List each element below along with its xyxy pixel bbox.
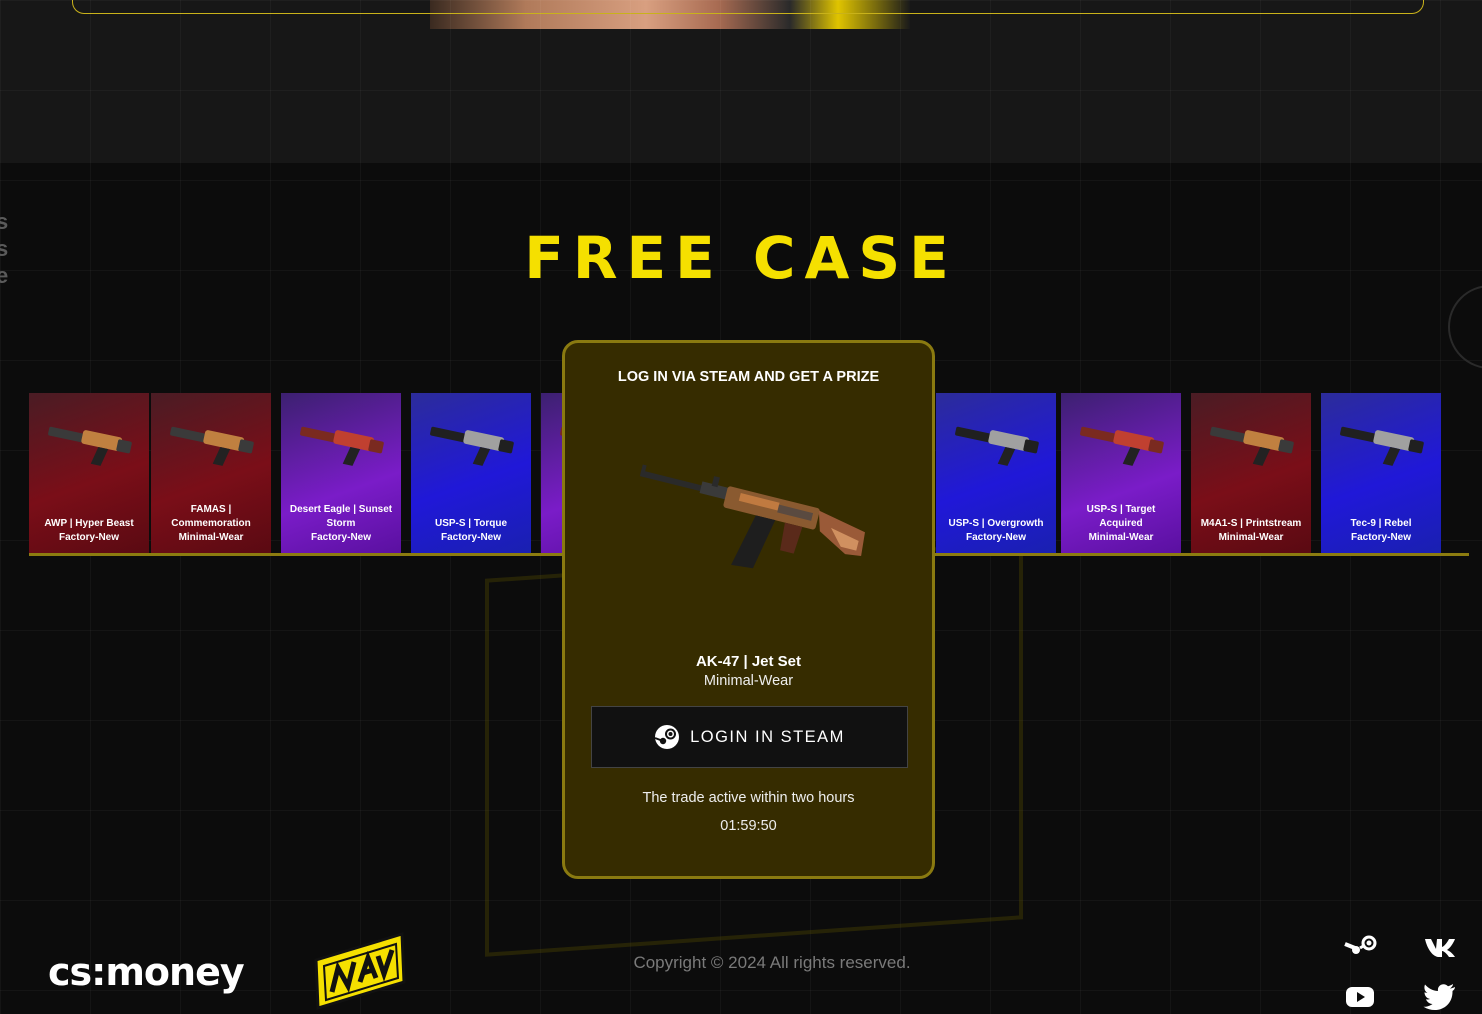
countdown-timer: 01:59:50 bbox=[720, 818, 777, 834]
twitter-icon[interactable] bbox=[1423, 982, 1457, 1012]
carousel-item-label: USP-S | Torque Factory-New bbox=[434, 518, 508, 543]
login-steam-button[interactable]: LOGIN IN STEAM bbox=[591, 706, 908, 768]
section-title: FREE CASE bbox=[524, 224, 958, 292]
trade-note: The trade active within two hours bbox=[642, 790, 855, 806]
prize-name: AK-47 | Jet Set bbox=[695, 653, 802, 670]
carousel-item[interactable]: FAMAS | Commemoration Minimal-Wear bbox=[151, 393, 271, 553]
carousel-item-label: M4A1-S | Printstream Minimal-Wear bbox=[1200, 518, 1302, 543]
weapon-image bbox=[1340, 426, 1424, 466]
decorative-circle bbox=[1448, 285, 1482, 369]
hero-band bbox=[0, 0, 1482, 163]
steam-icon[interactable] bbox=[1343, 932, 1377, 962]
youtube-icon[interactable] bbox=[1343, 982, 1377, 1012]
carousel-item[interactable]: Tec-9 | Rebel Factory-New bbox=[1321, 393, 1441, 553]
weapon-image bbox=[430, 426, 514, 466]
carousel-item-label: USP-S | Overgrowth Factory-New bbox=[948, 518, 1044, 543]
carousel-item-label: Tec-9 | Rebel Factory-New bbox=[1350, 518, 1412, 543]
weapon-image bbox=[48, 426, 132, 466]
weapon-image bbox=[1080, 426, 1164, 466]
ak47-image bbox=[639, 464, 865, 569]
carousel-item-label: Desert Eagle | Sunset Storm Factory-New bbox=[289, 504, 393, 543]
carousel-item[interactable]: USP-S | Torque Factory-New bbox=[411, 393, 531, 553]
weapon-image bbox=[300, 426, 384, 466]
carousel-item[interactable]: M4A1-S | Printstream Minimal-Wear bbox=[1191, 393, 1311, 553]
hero-frame bbox=[72, 0, 1424, 14]
prize-wear: Minimal-Wear bbox=[703, 673, 794, 689]
carousel-item-label: FAMAS | Commemoration Minimal-Wear bbox=[171, 504, 251, 543]
login-steam-label: LOGIN IN STEAM bbox=[690, 727, 845, 746]
carousel-item-label: AWP | Hyper Beast Factory-New bbox=[44, 518, 134, 543]
carousel-item[interactable]: AWP | Hyper Beast Factory-New bbox=[29, 393, 149, 553]
copyright-text: Copyright © 2024 All rights reserved. bbox=[633, 953, 911, 972]
steam-icon bbox=[654, 725, 680, 749]
weapon-image bbox=[955, 426, 1039, 466]
prize-modal: LOG IN VIA STEAM AND GET A PRIZE AK-47 |… bbox=[562, 340, 935, 879]
carousel-item-label: USP-S | Target Acquired Minimal-Wear bbox=[1086, 504, 1156, 543]
weapon-image bbox=[170, 426, 254, 466]
vk-icon[interactable] bbox=[1423, 932, 1457, 962]
carousel-item[interactable]: USP-S | Target Acquired Minimal-Wear bbox=[1061, 393, 1181, 553]
carousel-item[interactable]: Desert Eagle | Sunset Storm Factory-New bbox=[281, 393, 401, 553]
carousel-item[interactable]: USP-S | Overgrowth Factory-New bbox=[936, 393, 1056, 553]
weapon-image bbox=[1210, 426, 1294, 466]
modal-title: LOG IN VIA STEAM AND GET A PRIZE bbox=[617, 369, 880, 385]
